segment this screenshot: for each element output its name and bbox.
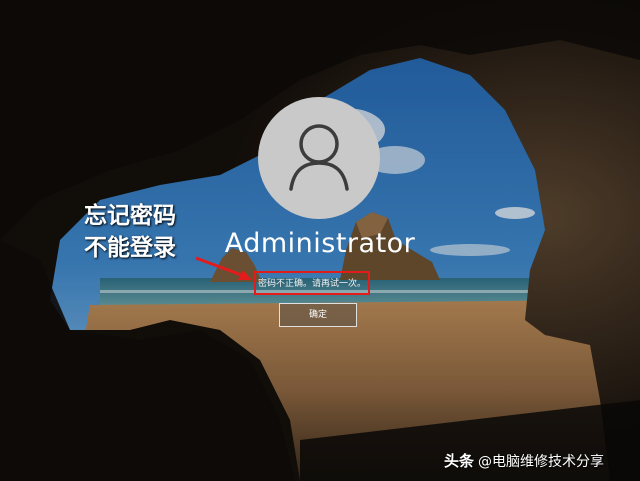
error-message: 密码不正确。请再试一次。	[258, 279, 367, 289]
annotation-line-1: 忘记密码	[84, 203, 176, 229]
user-avatar	[258, 97, 380, 219]
watermark-handle: @电脑维修技术分享	[478, 454, 605, 470]
watermark-brand: 头条	[444, 452, 475, 470]
ok-button[interactable]: 确定	[279, 303, 357, 327]
watermark: 头条 @电脑维修技术分享	[444, 450, 604, 471]
username-label: Administrator	[224, 228, 416, 259]
annotation-text: 忘记密码 不能登录	[84, 200, 176, 264]
user-icon	[289, 124, 349, 191]
annotation-line-2: 不能登录	[84, 235, 176, 261]
